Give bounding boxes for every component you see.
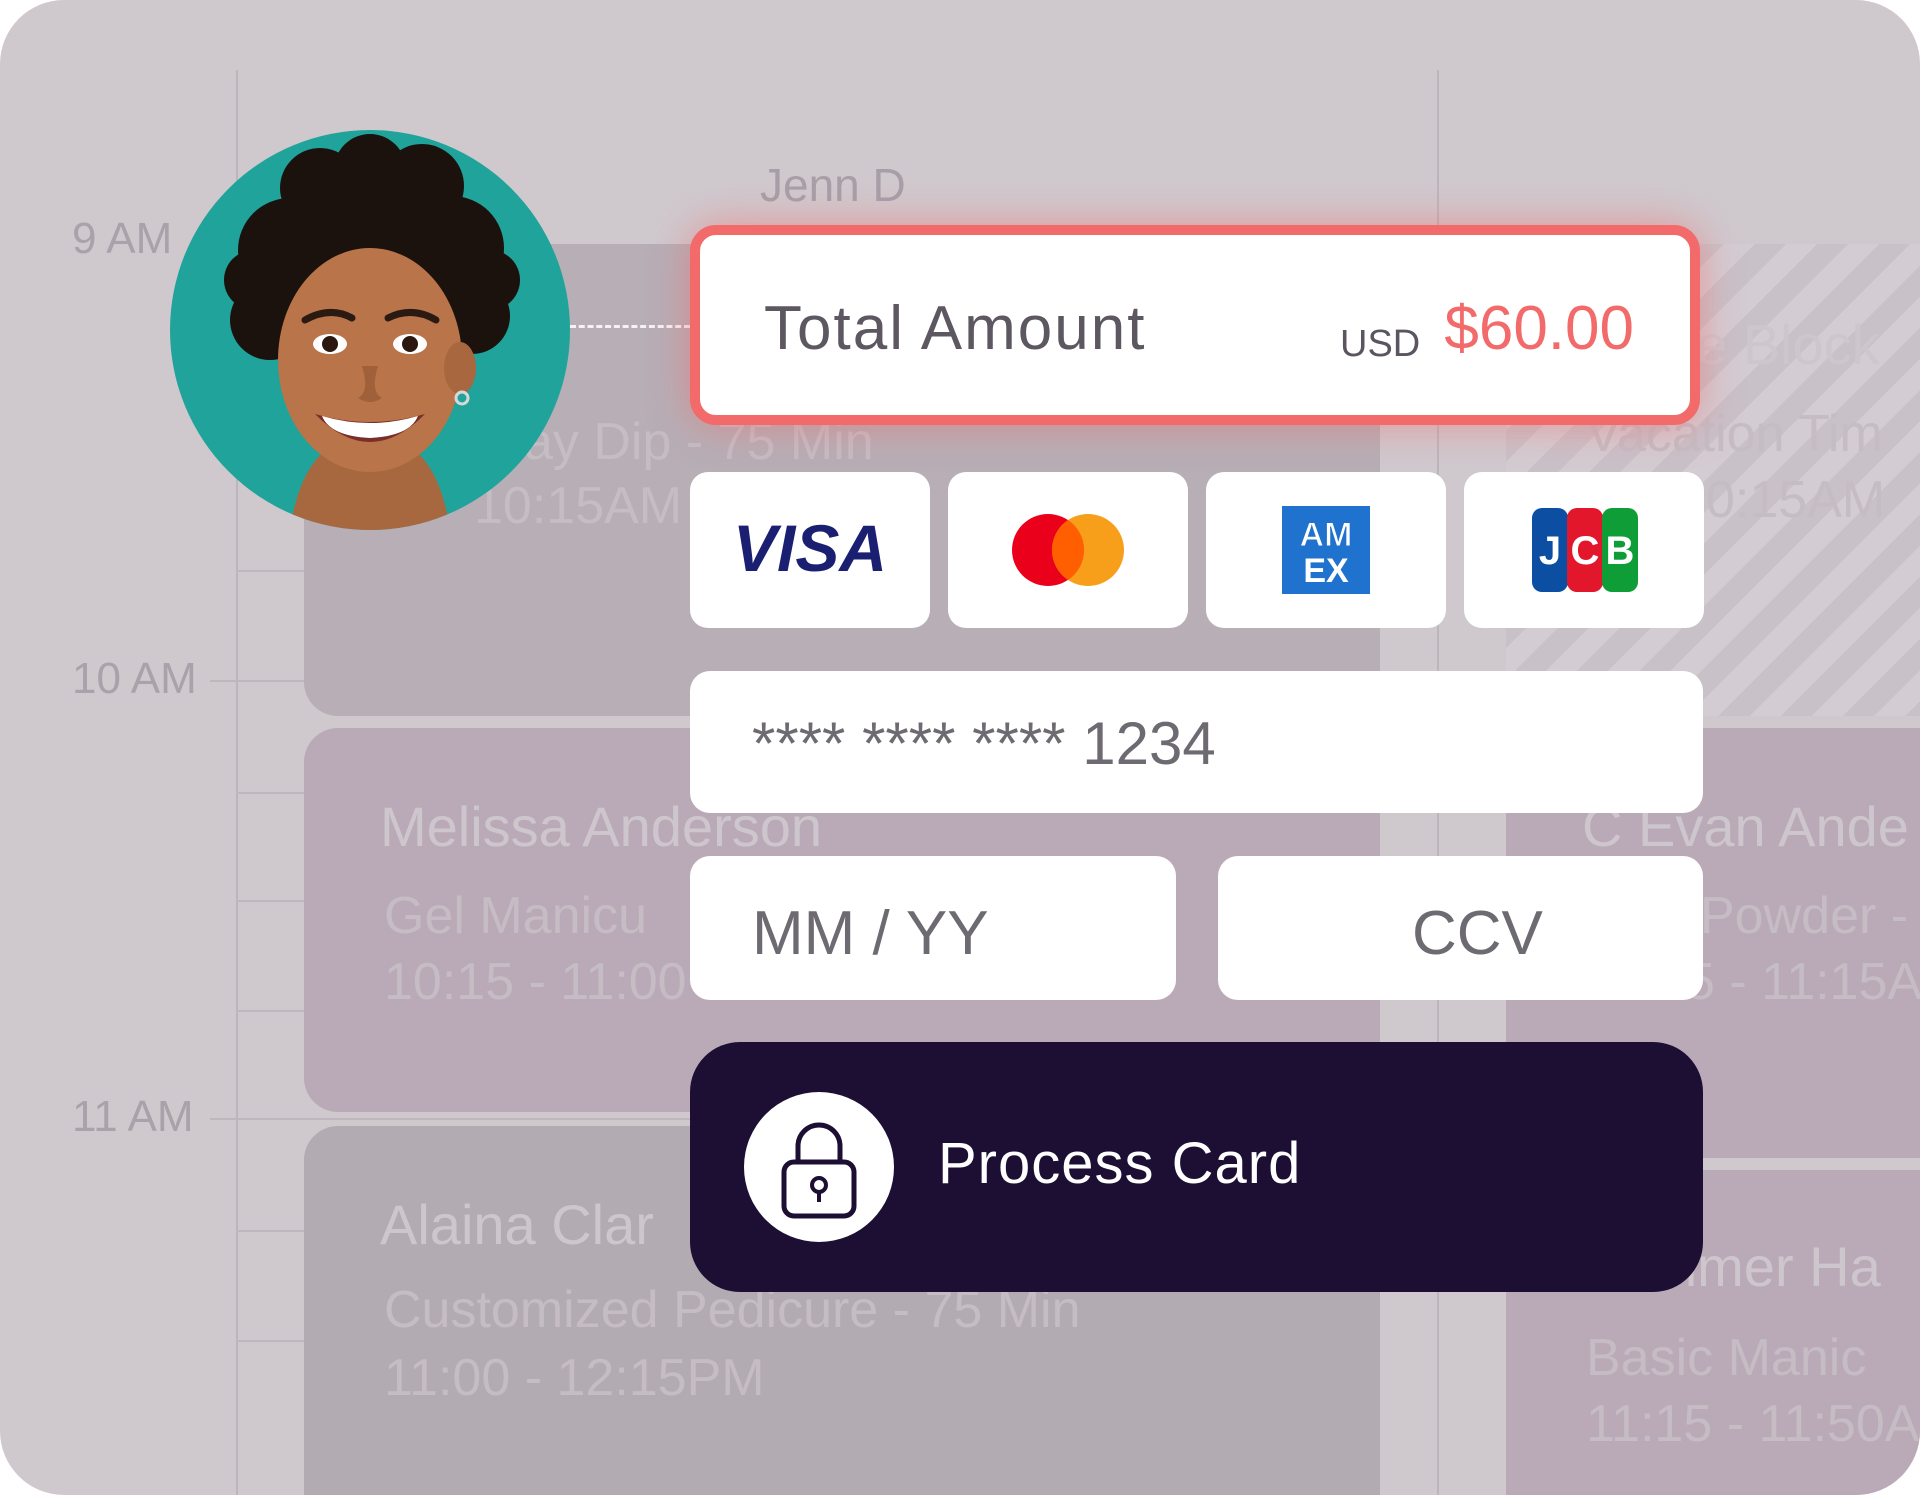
amex-logo-text-top: AM [1300,516,1353,554]
appointment-time: 11:00 - 12:15PM [384,1349,765,1407]
total-amount-label: Total Amount [764,294,1147,363]
total-amount-value: $60.00 [1444,294,1634,363]
appointment-time: 5 - 11:15AM [1686,953,1920,1011]
appointment-client: e Block [1696,313,1880,376]
process-card-label: Process Card [938,1131,1302,1196]
lock-icon-badge [744,1092,894,1242]
quarter-gridline [236,900,306,902]
card-brand-visa[interactable]: VISA [690,472,930,628]
quarter-gridline [236,570,306,572]
visa-logo-text: VISA [733,511,887,585]
appointment-client: Alaina Clar [380,1193,654,1256]
appointment-time: 10:15AM [474,477,683,535]
lock-icon [781,1122,857,1219]
jcb-letter: B [1606,529,1635,573]
currency-code: USD [1340,323,1421,365]
quarter-gridline [236,1230,306,1232]
time-label-11am: 11 AM [72,1092,194,1141]
process-card-button[interactable]: Process Card [690,1042,1703,1292]
card-number-field[interactable]: **** **** **** 1234 [690,671,1703,813]
quarter-gridline [236,792,306,794]
appointment-time: 11:15 - 11:50AM [1586,1395,1920,1453]
card-brand-jcb[interactable]: J C B [1464,472,1704,628]
time-label-10am: 10 AM [72,654,197,703]
client-portrait-icon [224,134,520,530]
amex-logo-icon: AM EX [1282,506,1370,594]
appointment-service: Powder - [1700,887,1909,945]
avatar-connector-line [570,325,690,328]
total-amount-card: Total Amount USD $60.00 [690,225,1700,425]
time-label-9am: 9 AM [72,214,173,263]
jcb-letter: C [1571,529,1600,573]
expiry-placeholder: MM / YY [752,899,989,968]
staff-column-header: Jenn D [760,159,906,211]
card-brand-amex[interactable]: AM EX [1206,472,1446,628]
client-avatar [170,130,570,530]
quarter-gridline [236,1010,306,1012]
card-number-value: **** **** **** 1234 [752,710,1216,777]
visa-logo-icon: VISA [733,511,887,585]
card-brand-mastercard[interactable] [948,472,1188,628]
jcb-logo-icon: J C B [1532,508,1638,592]
appointment-time: 10:15 - 11:00 [384,953,687,1011]
appointment-service: Gel Manicu [384,887,647,945]
ccv-placeholder: CCV [1412,899,1543,968]
amex-logo-text-bottom: EX [1303,552,1349,590]
appointment-service: Basic Manic [1586,1329,1867,1387]
expiry-field[interactable]: MM / YY [690,856,1176,1000]
jcb-letter: J [1539,529,1561,573]
mastercard-logo-icon [1012,514,1124,586]
ccv-field[interactable]: CCV [1218,856,1703,1000]
quarter-gridline [236,1340,306,1342]
appointment-time: 0:15AM [1706,471,1886,529]
